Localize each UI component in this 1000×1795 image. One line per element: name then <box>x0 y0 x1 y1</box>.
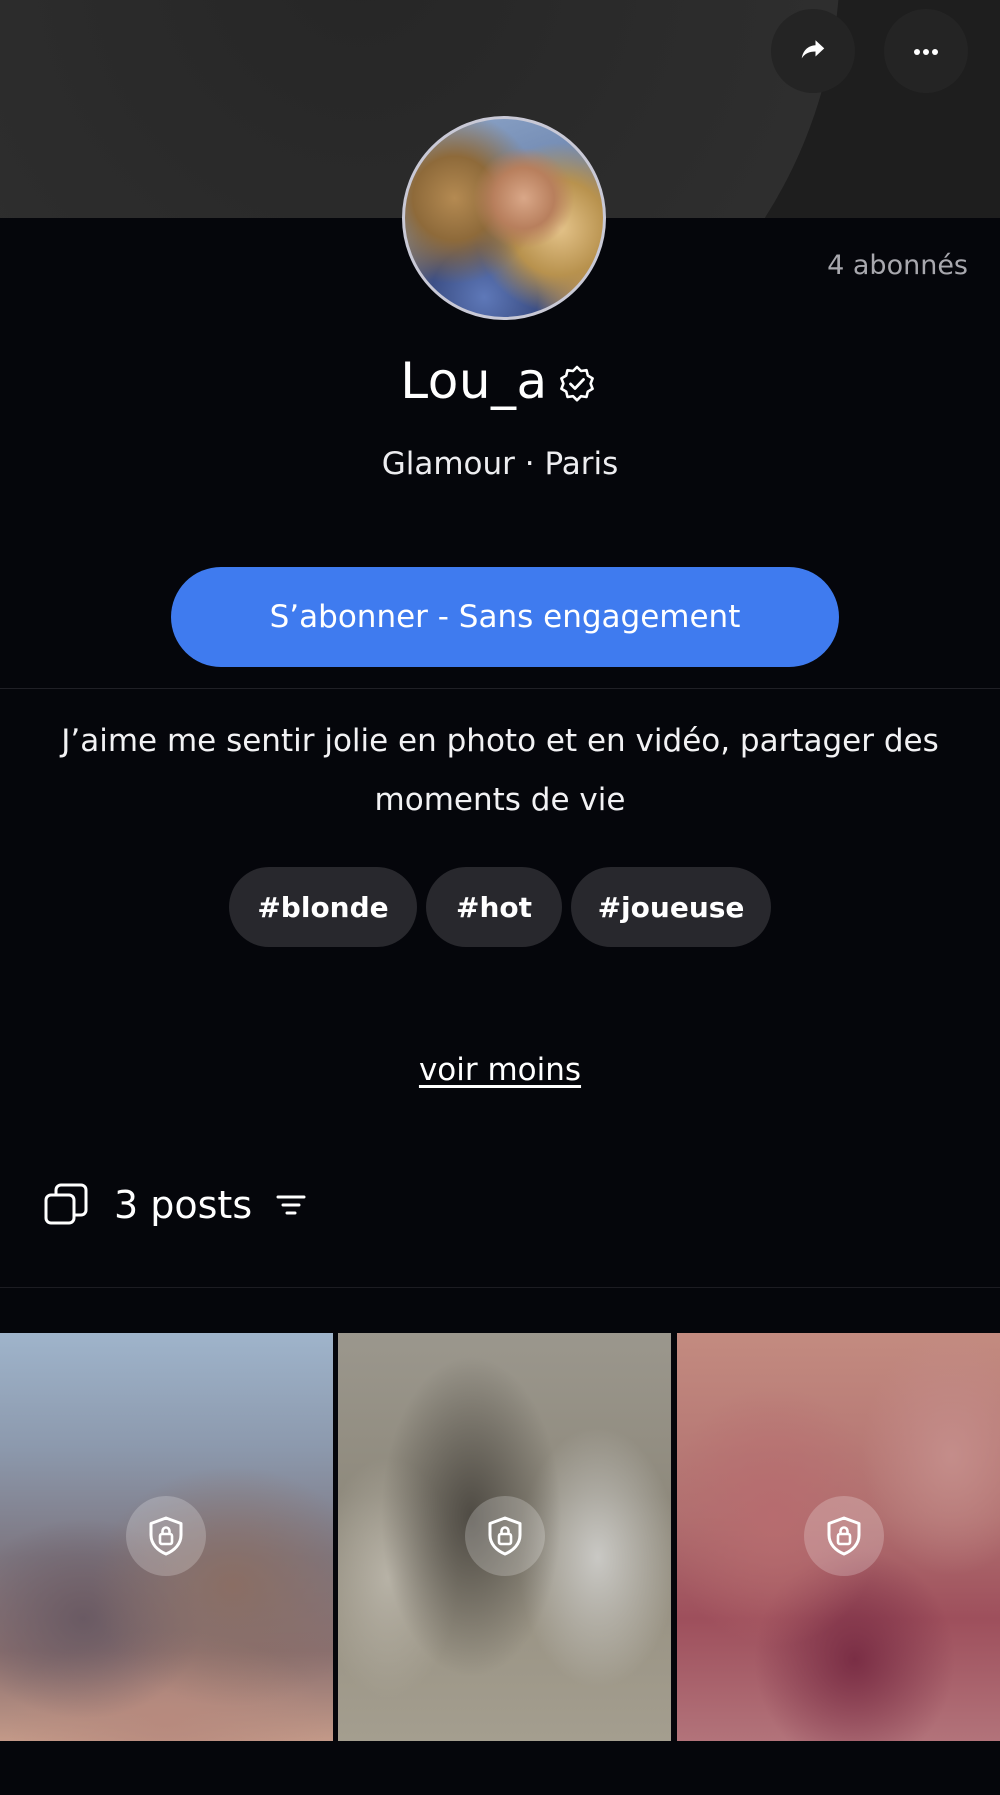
more-options-button[interactable] <box>884 9 968 93</box>
share-arrow-icon <box>798 34 828 68</box>
posts-count: 3 posts <box>114 1183 253 1227</box>
post-tile[interactable] <box>677 1333 1000 1741</box>
username: Lou_a <box>400 352 548 410</box>
share-button[interactable] <box>771 9 855 93</box>
bottom-spacer <box>0 1741 1000 1795</box>
followers-count[interactable]: 4 abonnés <box>827 250 968 281</box>
tag-chip[interactable]: #hot <box>426 867 562 947</box>
lock-shield-icon <box>126 1496 206 1576</box>
posts-stack-icon <box>44 1183 88 1227</box>
avatar[interactable] <box>402 116 606 320</box>
username-row: Lou_a <box>0 352 1000 410</box>
lock-shield-icon <box>465 1496 545 1576</box>
subscribe-button[interactable]: S’abonner - Sans engagement <box>171 567 839 667</box>
see-less-row: voir moins <box>0 1052 1000 1088</box>
filter-icon[interactable] <box>274 1188 308 1222</box>
lock-shield-icon <box>804 1496 884 1576</box>
tag-chip[interactable]: #blonde <box>229 867 417 947</box>
see-less-link[interactable]: voir moins <box>419 1052 581 1088</box>
profile-category: Glamour · Paris <box>381 446 619 482</box>
profile-page: 4 abonnés Lou_a Glamour · Paris S’abonne… <box>0 0 1000 1795</box>
tag-list: #blonde #hot #joueuse <box>0 867 1000 947</box>
posts-header: 3 posts <box>44 1180 308 1230</box>
profile-bio: J’aime me sentir jolie en photo et en vi… <box>61 723 939 818</box>
posts-grid <box>0 1333 1000 1741</box>
verified-badge-icon <box>554 361 600 407</box>
more-dots-icon <box>911 42 941 61</box>
divider <box>0 1287 1000 1288</box>
post-tile[interactable] <box>338 1333 671 1741</box>
divider <box>0 688 1000 689</box>
post-tile[interactable] <box>0 1333 333 1741</box>
tag-chip[interactable]: #joueuse <box>571 867 771 947</box>
